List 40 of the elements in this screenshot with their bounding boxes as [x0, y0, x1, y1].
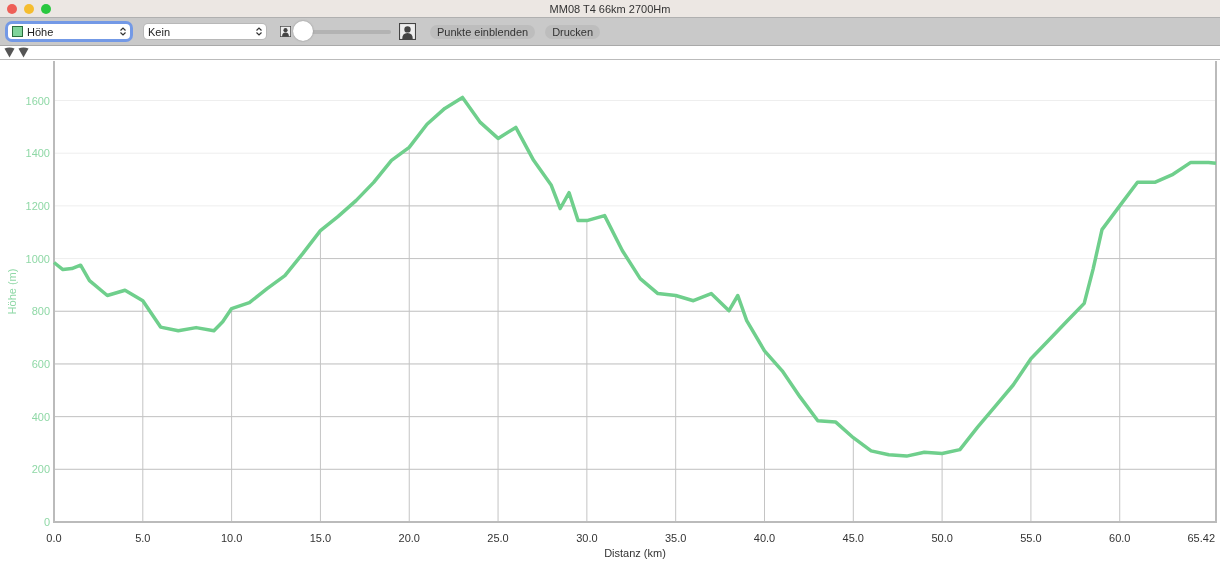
- tick-label: 55.0: [1020, 532, 1042, 544]
- zoom-button[interactable]: [41, 3, 51, 14]
- marker-icon[interactable]: [18, 47, 29, 58]
- tick-label: 25.0: [487, 532, 509, 544]
- dropdown[interactable]: Kein: [144, 24, 266, 39]
- axis-title: Distanz (km): [604, 547, 666, 559]
- axis-title: Höhe (m): [6, 268, 18, 315]
- window-title: MM08 T4 66km 2700Hm: [549, 2, 671, 15]
- minimize-button[interactable]: [24, 3, 34, 14]
- tick-label: 35.0: [664, 532, 687, 544]
- tick-label: 1600: [25, 94, 50, 107]
- tick-label: 60.0: [1109, 532, 1131, 544]
- tick-label: 50.0: [931, 532, 953, 544]
- tick-label: 1400: [25, 147, 50, 160]
- tick-label: 0.0: [46, 532, 62, 544]
- tick-label: 1200: [25, 199, 50, 212]
- chevron-icon: [256, 27, 262, 36]
- person-icon: [280, 26, 291, 37]
- close-button[interactable]: [7, 3, 17, 14]
- person-icon: [399, 23, 416, 40]
- tick-label: 800: [31, 305, 50, 318]
- tick-label: 5.0: [135, 532, 151, 544]
- tick-label: 40.0: [753, 532, 776, 544]
- tick-label: 10.0: [220, 532, 243, 544]
- tick-label: 65.42: [1187, 532, 1215, 544]
- tick-label: 0: [43, 516, 50, 528]
- tick-label: 1000: [25, 252, 50, 265]
- tick-label: 45.0: [842, 532, 864, 544]
- chevron-icon: [120, 27, 126, 36]
- dropdown[interactable]: Höhe: [8, 24, 130, 39]
- tick-label: 15.0: [309, 532, 332, 544]
- tick-label: 200: [31, 463, 50, 476]
- toolbar-button[interactable]: Punkte einblenden: [430, 24, 536, 39]
- slider-thumb[interactable]: [293, 20, 313, 41]
- tick-label: 400: [31, 410, 50, 423]
- tick-label: 30.0: [576, 532, 598, 544]
- tick-label: 20.0: [398, 532, 420, 544]
- marker-icon[interactable]: [4, 47, 15, 58]
- tick-label: 600: [31, 357, 50, 370]
- toolbar-button[interactable]: Drucken: [545, 24, 601, 39]
